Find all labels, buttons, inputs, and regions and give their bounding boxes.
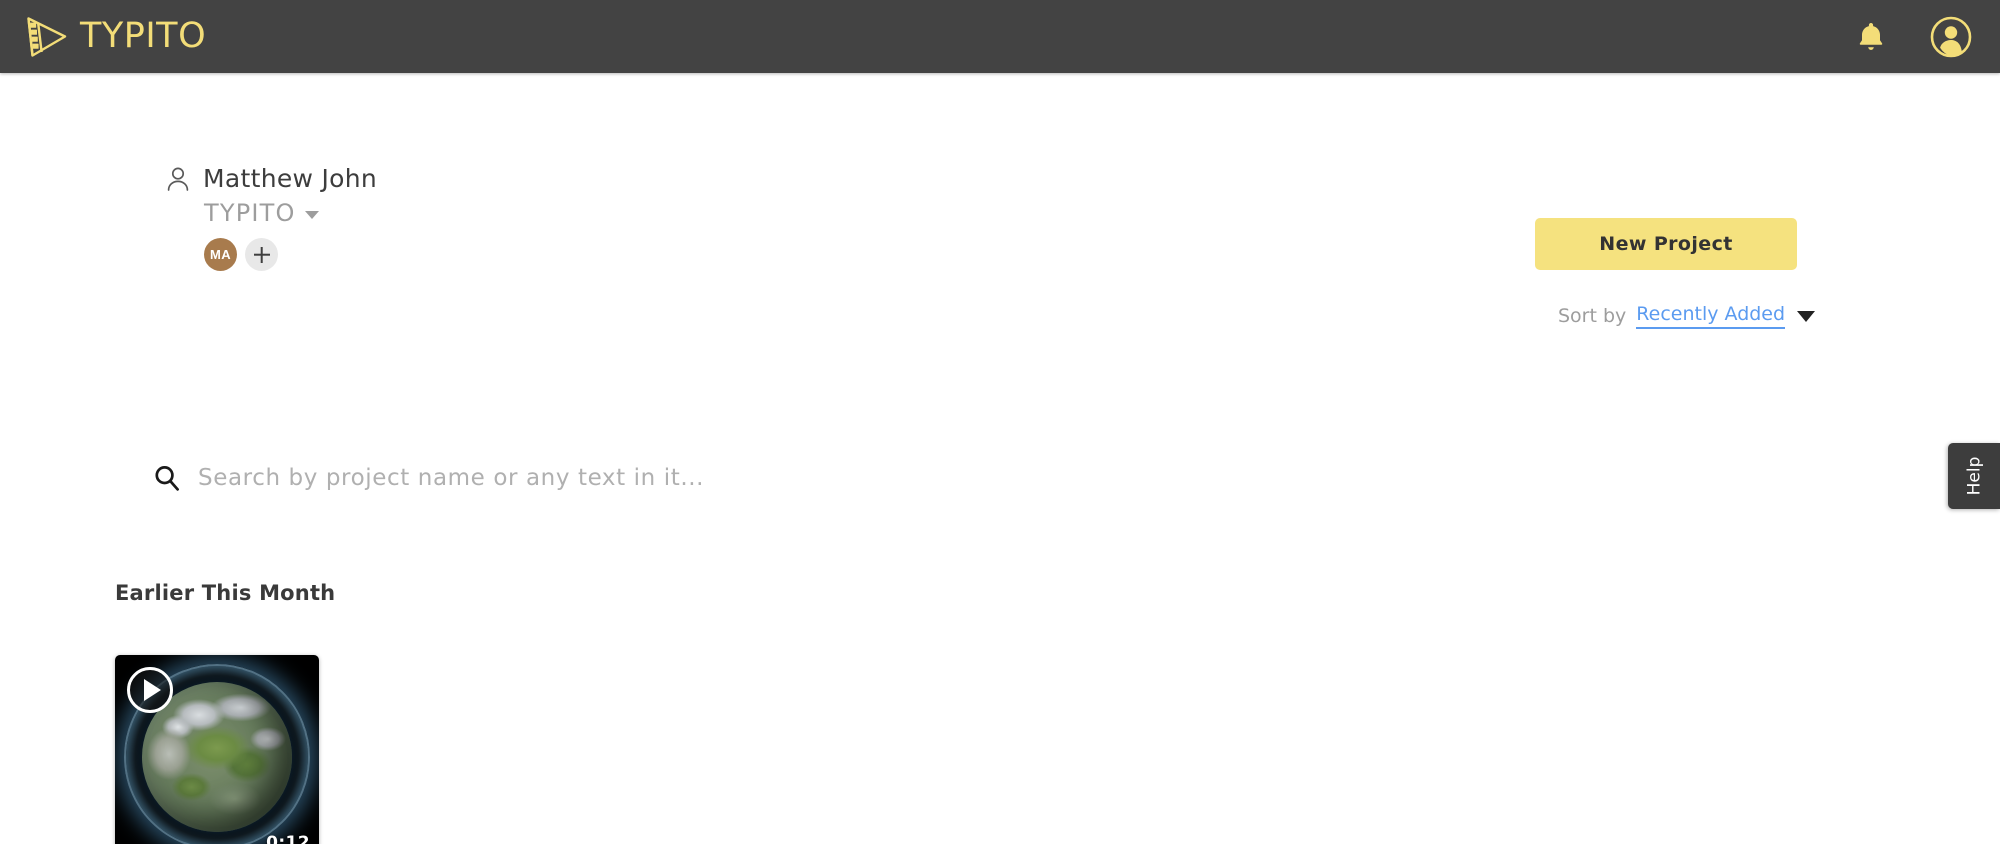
help-label: Help (1963, 456, 1984, 496)
member-avatar[interactable]: MA (204, 238, 237, 271)
user-name: Matthew John (203, 164, 378, 193)
user-name-row: Matthew John (166, 164, 377, 193)
search-icon[interactable] (152, 463, 182, 493)
duration-badge: 0:12 (266, 833, 310, 844)
top-navigation-bar: TYPITO (0, 0, 2000, 73)
brand-name: TYPITO (80, 16, 207, 56)
section-heading: Earlier This Month (115, 581, 336, 605)
new-project-button[interactable]: New Project (1535, 218, 1797, 270)
play-icon (143, 679, 161, 701)
project-card[interactable]: 0:12 Project Earth (115, 655, 319, 844)
add-member-button[interactable] (245, 238, 278, 271)
search-input[interactable] (198, 465, 1018, 491)
help-tab-button[interactable]: Help (1948, 443, 2000, 509)
page-content: Matthew John TYPITO MA New Project Sort … (0, 73, 2000, 844)
sort-value[interactable]: Recently Added (1636, 303, 1786, 329)
project-thumbnail[interactable]: 0:12 (115, 655, 319, 844)
topbar-actions (1856, 16, 1972, 58)
chevron-down-icon (304, 210, 319, 219)
brand-logo-link[interactable]: TYPITO (19, 14, 206, 60)
play-button[interactable] (127, 667, 173, 713)
members-row: MA (204, 238, 377, 271)
projects-grid: 0:12 Project Earth (115, 655, 319, 844)
person-icon (167, 167, 189, 191)
typito-film-play-logo-icon (27, 16, 67, 57)
caret-down-icon[interactable] (1797, 310, 1816, 322)
bell-icon[interactable] (1856, 21, 1886, 53)
org-selector[interactable]: TYPITO (204, 199, 377, 227)
search-bar (152, 463, 1052, 493)
org-name: TYPITO (204, 199, 296, 227)
sort-by-label: Sort by (1558, 305, 1627, 327)
user-org-block: Matthew John TYPITO MA (166, 164, 377, 271)
sort-control: Sort by Recently Added (1558, 303, 1816, 329)
account-circle-icon[interactable] (1930, 16, 1972, 58)
